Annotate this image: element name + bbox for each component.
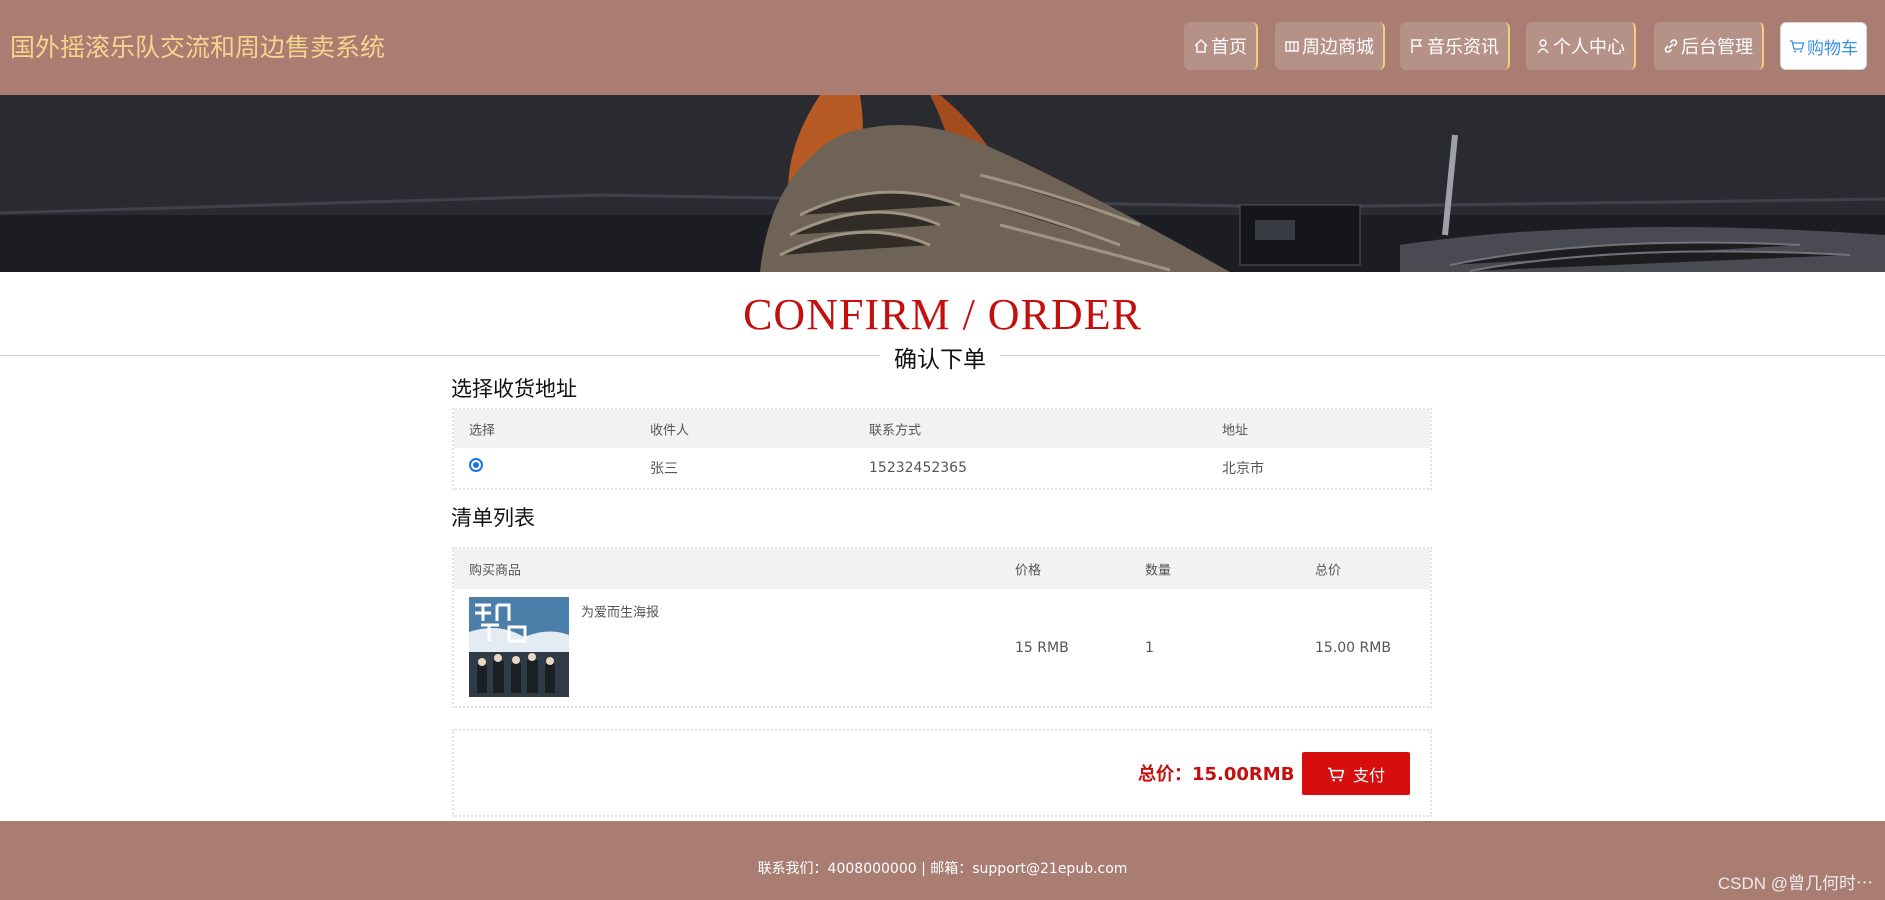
- nav-home-label: 首页: [1211, 37, 1247, 58]
- col-product: 购买商品: [469, 563, 522, 579]
- address-section-label: 选择收货地址: [451, 377, 577, 401]
- order-table: 购买商品 价格 数量 总价 为爱而生海报 15 RMB 1 15.00 RMB: [452, 547, 1432, 708]
- col-total: 总价: [1315, 563, 1342, 579]
- nav-home[interactable]: 首页: [1184, 22, 1258, 70]
- site-title[interactable]: 国外摇滚乐队交流和周边售卖系统: [10, 28, 385, 64]
- page-title: CONFIRM / ORDER: [743, 290, 1142, 339]
- product-thumbnail[interactable]: [469, 597, 569, 697]
- nav-profile-label: 个人中心: [1553, 37, 1625, 58]
- nav-admin[interactable]: 后台管理: [1654, 22, 1764, 70]
- nav-cart[interactable]: 购物车: [1780, 22, 1867, 70]
- nav-cart-label: 购物车: [1807, 38, 1858, 59]
- cart-icon: [1328, 767, 1345, 781]
- user-icon: [1537, 39, 1549, 54]
- pay-button[interactable]: 支付: [1302, 752, 1410, 795]
- address-table-header: 选择 收件人 联系方式 地址: [454, 410, 1430, 448]
- address-location: 北京市: [1222, 461, 1264, 477]
- shop-icon: [1285, 41, 1299, 52]
- concert-photo: [0, 95, 1885, 272]
- order-item-row: 为爱而生海报 15 RMB 1 15.00 RMB: [454, 589, 1430, 706]
- product-name[interactable]: 为爱而生海报: [581, 602, 659, 621]
- item-quantity: 1: [1145, 639, 1154, 656]
- flag-icon: [1411, 39, 1423, 53]
- nav-shop[interactable]: 周边商城: [1275, 22, 1385, 70]
- item-price: 15 RMB: [1015, 639, 1069, 656]
- order-table-header: 购买商品 价格 数量 总价: [454, 549, 1430, 589]
- address-table: 选择 收件人 联系方式 地址 张三 15232452365 北京市: [452, 408, 1432, 490]
- address-row[interactable]: 张三 15232452365 北京市: [454, 448, 1430, 488]
- col-phone: 联系方式: [869, 423, 922, 439]
- top-header: 国外摇滚乐队交流和周边售卖系统 首页 周边商城 音乐资讯 个人中心 后台管理 购…: [0, 0, 1885, 95]
- col-price: 价格: [1015, 563, 1042, 579]
- hero-banner: [0, 95, 1885, 272]
- nav-admin-label: 后台管理: [1681, 37, 1753, 58]
- page-subtitle: 确认下单: [880, 340, 1000, 374]
- col-quantity: 数量: [1145, 563, 1172, 579]
- cart-icon: [1790, 40, 1805, 53]
- order-total: 总价：15.00RMB: [1138, 764, 1295, 785]
- footer-contact: 联系我们：4008000000 | 邮箱：support@21epub.com: [757, 861, 1128, 877]
- nav-profile[interactable]: 个人中心: [1526, 22, 1636, 70]
- link-icon: [1664, 39, 1678, 53]
- page-footer: 联系我们：4008000000 | 邮箱：support@21epub.com: [0, 821, 1885, 900]
- address-recipient: 张三: [650, 461, 678, 477]
- address-radio[interactable]: [469, 458, 483, 472]
- order-section-label: 清单列表: [451, 506, 535, 530]
- item-subtotal: 15.00 RMB: [1315, 639, 1391, 656]
- col-select: 选择: [469, 423, 496, 439]
- nav-news[interactable]: 音乐资讯: [1400, 22, 1510, 70]
- nav-shop-label: 周边商城: [1302, 37, 1374, 58]
- col-recipient: 收件人: [650, 423, 690, 439]
- col-address: 地址: [1222, 423, 1249, 439]
- address-phone: 15232452365: [869, 460, 967, 476]
- nav-news-label: 音乐资讯: [1427, 37, 1499, 58]
- watermark: CSDN @曾几何时⋯: [1717, 874, 1873, 893]
- home-icon: [1194, 39, 1208, 53]
- pay-button-label: 支付: [1352, 765, 1385, 785]
